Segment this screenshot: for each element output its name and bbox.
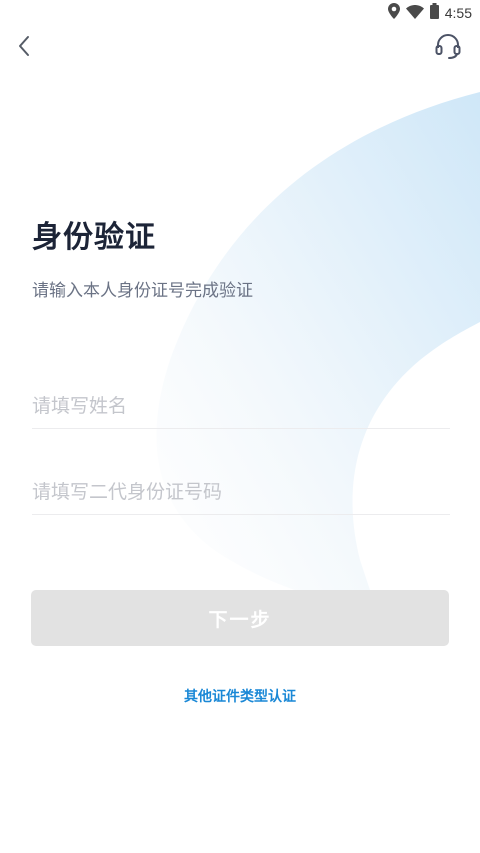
navigation-bar (0, 26, 480, 70)
status-icons: 4:55 (387, 3, 472, 23)
id-number-field (32, 470, 450, 515)
page-title: 身份验证 (32, 220, 156, 255)
other-document-type-link[interactable]: 其他证件类型认证 (0, 686, 480, 706)
headset-icon (434, 32, 462, 64)
status-time: 4:55 (444, 5, 472, 21)
id-number-input[interactable] (32, 470, 450, 514)
location-icon (387, 3, 400, 23)
page-subtitle: 请输入本人身份证号完成验证 (32, 281, 253, 301)
wifi-icon (405, 4, 424, 23)
back-button[interactable] (8, 30, 40, 66)
name-field (32, 384, 450, 429)
chevron-left-icon (17, 35, 31, 61)
status-bar: 4:55 (0, 0, 480, 26)
identity-verification-screen: 4:55 身份验证 请输入本人身份证号完成验证 请填写姓名 请填写二代身份证号码… (0, 0, 480, 853)
next-step-button[interactable]: 下一步 (31, 590, 449, 646)
name-input[interactable] (32, 384, 450, 428)
customer-service-button[interactable] (430, 30, 466, 66)
battery-icon (429, 3, 439, 23)
